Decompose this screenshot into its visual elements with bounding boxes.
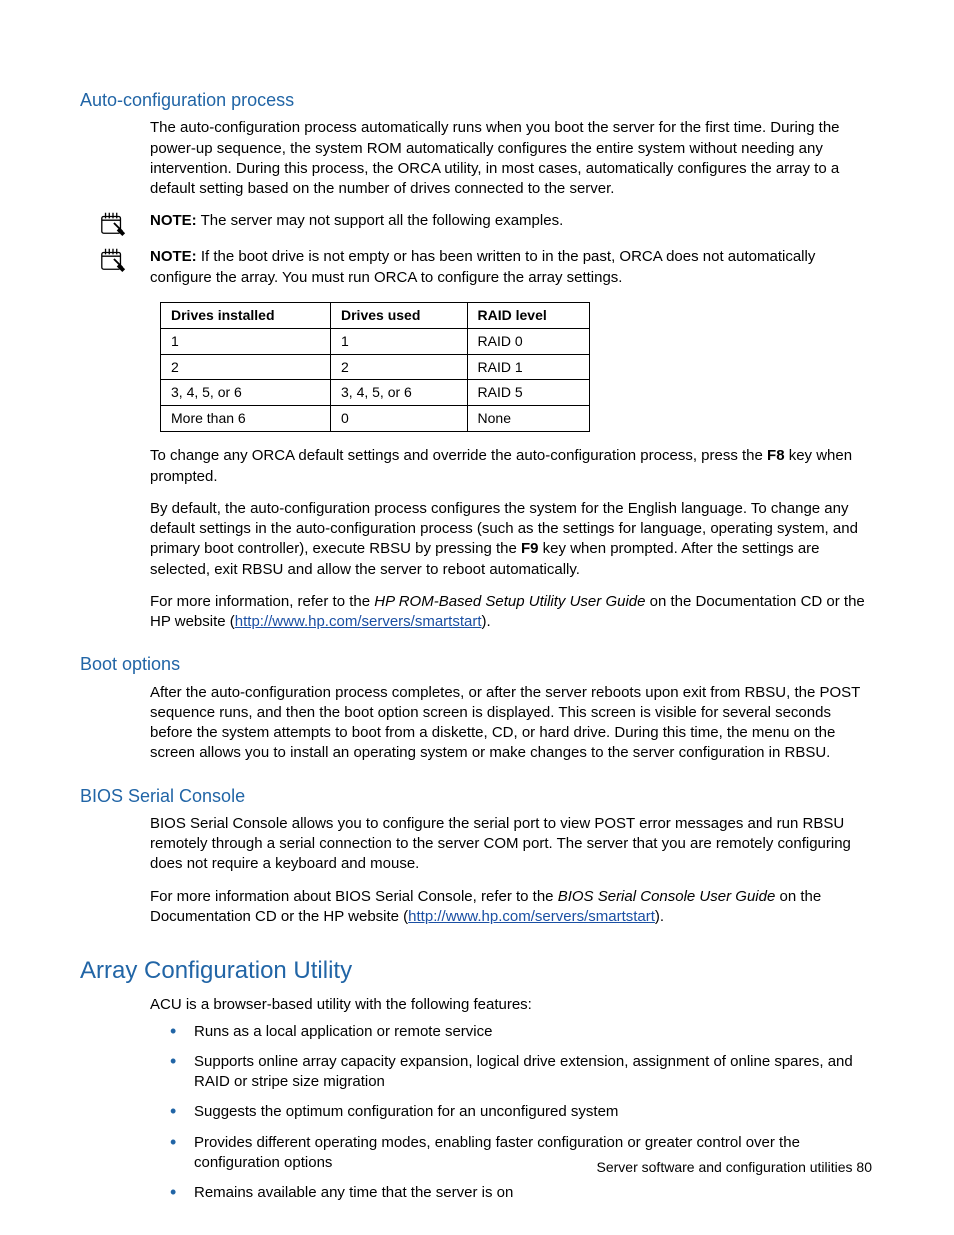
page-footer: Server software and configuration utilit… — [597, 1158, 872, 1177]
text: To change any ORCA default settings and … — [150, 447, 767, 464]
note-row: NOTE: If the boot drive is not empty or … — [80, 247, 874, 292]
note-label: NOTE: — [150, 212, 197, 229]
table-cell: 3, 4, 5, or 6 — [161, 380, 331, 406]
doc-title: HP ROM-Based Setup Utility User Guide — [374, 593, 645, 610]
section-autoconfig-body2: Drives installed Drives used RAID level … — [150, 302, 874, 632]
table-row: More than 6 0 None — [161, 406, 590, 432]
note-text: NOTE: If the boot drive is not empty or … — [150, 247, 874, 292]
table-cell: 2 — [331, 354, 468, 380]
heading-bios-serial: BIOS Serial Console — [80, 784, 874, 808]
raid-table: Drives installed Drives used RAID level … — [160, 302, 590, 432]
paragraph: For more information, refer to the HP RO… — [150, 592, 874, 633]
text: For more information about BIOS Serial C… — [150, 888, 558, 905]
note-icon — [98, 209, 132, 237]
table-header-row: Drives installed Drives used RAID level — [161, 302, 590, 328]
note-icon — [98, 245, 132, 273]
list-item: Runs as a local application or remote se… — [166, 1022, 874, 1042]
list-item: Remains available any time that the serv… — [166, 1183, 874, 1203]
paragraph: To change any ORCA default settings and … — [150, 446, 874, 487]
smartstart-link[interactable]: http://www.hp.com/servers/smartstart — [408, 908, 655, 925]
note-body: The server may not support all the follo… — [197, 212, 564, 229]
list-item: Supports online array capacity expansion… — [166, 1052, 874, 1093]
heading-array-config: Array Configuration Utility — [80, 955, 874, 987]
section-bios-body: BIOS Serial Console allows you to config… — [150, 814, 874, 927]
table-row: 3, 4, 5, or 6 3, 4, 5, or 6 RAID 5 — [161, 380, 590, 406]
table-header: RAID level — [467, 302, 589, 328]
table-header: Drives installed — [161, 302, 331, 328]
note-label: NOTE: — [150, 248, 197, 265]
key-f9: F9 — [521, 540, 539, 557]
paragraph: The auto-configuration process automatic… — [150, 118, 874, 199]
table-cell: RAID 0 — [467, 328, 589, 354]
paragraph: ACU is a browser-based utility with the … — [150, 995, 874, 1015]
section-autoconfig-body: The auto-configuration process automatic… — [150, 118, 874, 199]
note-text: NOTE: The server may not support all the… — [150, 211, 874, 235]
text: ). — [482, 613, 491, 630]
doc-title: BIOS Serial Console User Guide — [558, 888, 776, 905]
paragraph: BIOS Serial Console allows you to config… — [150, 814, 874, 875]
table-cell: 1 — [331, 328, 468, 354]
section-boot-body: After the auto-configuration process com… — [150, 683, 874, 764]
smartstart-link[interactable]: http://www.hp.com/servers/smartstart — [235, 613, 482, 630]
list-item: Suggests the optimum configuration for a… — [166, 1102, 874, 1122]
table-cell: RAID 1 — [467, 354, 589, 380]
table-cell: 3, 4, 5, or 6 — [331, 380, 468, 406]
table-row: 2 2 RAID 1 — [161, 354, 590, 380]
table-cell: None — [467, 406, 589, 432]
text: For more information, refer to the — [150, 593, 374, 610]
paragraph: After the auto-configuration process com… — [150, 683, 874, 764]
key-f8: F8 — [767, 447, 785, 464]
paragraph: For more information about BIOS Serial C… — [150, 887, 874, 928]
table-cell: More than 6 — [161, 406, 331, 432]
text: ). — [655, 908, 664, 925]
heading-auto-configuration: Auto-configuration process — [80, 88, 874, 112]
table-header: Drives used — [331, 302, 468, 328]
heading-boot-options: Boot options — [80, 652, 874, 676]
paragraph: By default, the auto-configuration proce… — [150, 499, 874, 580]
document-page: Auto-configuration process The auto-conf… — [0, 0, 954, 1235]
table-cell: RAID 5 — [467, 380, 589, 406]
table-row: 1 1 RAID 0 — [161, 328, 590, 354]
table-cell: 0 — [331, 406, 468, 432]
note-row: NOTE: The server may not support all the… — [80, 211, 874, 237]
note-body: If the boot drive is not empty or has be… — [150, 248, 815, 285]
table-cell: 1 — [161, 328, 331, 354]
table-cell: 2 — [161, 354, 331, 380]
